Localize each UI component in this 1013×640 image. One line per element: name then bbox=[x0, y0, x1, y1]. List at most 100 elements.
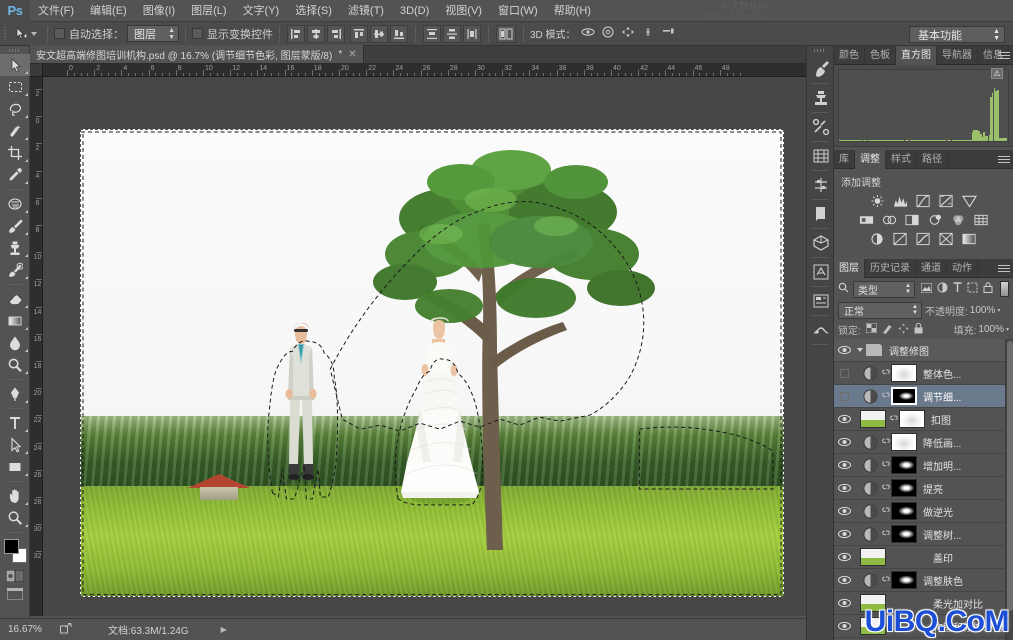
link-mask-icon[interactable] bbox=[880, 362, 891, 385]
color-swatches[interactable] bbox=[0, 537, 30, 567]
lasso-tool[interactable] bbox=[0, 98, 30, 120]
color-balance-icon[interactable] bbox=[881, 212, 898, 227]
lock-position-icon[interactable] bbox=[898, 323, 909, 337]
layer-row[interactable]: 提亮 bbox=[834, 477, 1013, 500]
marquee-tool[interactable] bbox=[0, 76, 30, 98]
layer-thumbnail[interactable] bbox=[860, 410, 886, 428]
tab-histogram_panel-3[interactable]: 导航器 bbox=[937, 46, 978, 65]
layer-mask-thumbnail[interactable] bbox=[891, 387, 917, 405]
eye-icon[interactable] bbox=[834, 546, 854, 569]
layer-row[interactable]: 做逆光 bbox=[834, 500, 1013, 523]
status-expand-arrow-icon[interactable]: ▶ bbox=[221, 625, 227, 634]
zoom-level[interactable]: 16.67% bbox=[8, 624, 52, 635]
blend-mode-dropdown[interactable]: 正常 ▲▼ bbox=[838, 302, 922, 319]
eye-icon[interactable] bbox=[834, 362, 854, 385]
layer-filter-type-dropdown[interactable]: 类型 ▲▼ bbox=[853, 281, 915, 298]
selective-color-icon[interactable] bbox=[938, 231, 955, 246]
lock-transparent-pixels-icon[interactable] bbox=[866, 323, 877, 336]
eye-icon[interactable] bbox=[834, 615, 854, 638]
tab-histogram_panel-1[interactable]: 色板 bbox=[865, 46, 896, 65]
opacity-field[interactable]: 不透明度: 100% ▾ bbox=[925, 303, 1000, 318]
history-brush-tool[interactable] bbox=[0, 259, 30, 281]
dock-button-8[interactable] bbox=[807, 287, 835, 315]
move-tool[interactable] bbox=[0, 54, 30, 76]
3d-slide-icon[interactable] bbox=[641, 26, 655, 41]
eye-icon[interactable] bbox=[834, 523, 854, 546]
distribute-center-vertical-button[interactable] bbox=[443, 25, 461, 43]
dock-button-1[interactable] bbox=[807, 84, 835, 112]
dock-button-9[interactable] bbox=[807, 316, 835, 344]
tab-adjustments_panel-0[interactable]: 库 bbox=[834, 150, 855, 169]
options-bar-grip[interactable] bbox=[0, 22, 10, 46]
lock-all-icon[interactable] bbox=[914, 323, 923, 337]
layer-mask-thumbnail[interactable] bbox=[891, 433, 917, 451]
align-right-button[interactable] bbox=[327, 25, 345, 43]
layer-list-scroll-thumb[interactable] bbox=[1007, 341, 1013, 611]
dock-button-7[interactable] bbox=[807, 258, 835, 286]
eraser-tool[interactable] bbox=[0, 288, 30, 310]
quick-selection-tool[interactable] bbox=[0, 120, 30, 142]
layer-filter-toggle[interactable] bbox=[1000, 281, 1009, 297]
align-center-vertical-button[interactable] bbox=[370, 25, 388, 43]
adjustment-thumbnail[interactable] bbox=[860, 385, 880, 408]
menu-item-7[interactable]: 3D(D) bbox=[392, 0, 437, 22]
menu-item-2[interactable]: 图像(I) bbox=[135, 0, 183, 22]
pen-tool[interactable] bbox=[0, 383, 30, 405]
brush-tool[interactable] bbox=[0, 215, 30, 237]
layer-mask-thumbnail[interactable] bbox=[891, 502, 917, 520]
channel-mixer-icon[interactable] bbox=[950, 212, 967, 227]
menu-item-9[interactable]: 窗口(W) bbox=[490, 0, 546, 22]
layer-mask-thumbnail[interactable] bbox=[891, 525, 917, 543]
link-mask-icon[interactable] bbox=[880, 569, 891, 592]
dock-grip[interactable] bbox=[807, 46, 833, 55]
crop-tool[interactable] bbox=[0, 142, 30, 164]
eye-icon[interactable] bbox=[834, 592, 854, 615]
align-left-button[interactable] bbox=[287, 25, 305, 43]
link-mask-icon[interactable] bbox=[880, 500, 891, 523]
filter-adjustment-icon[interactable] bbox=[937, 282, 948, 296]
ruler-corner[interactable] bbox=[30, 64, 43, 77]
black-white-icon[interactable] bbox=[904, 212, 921, 227]
shape-tool[interactable] bbox=[0, 456, 30, 478]
link-mask-icon[interactable] bbox=[880, 431, 891, 454]
menu-item-10[interactable]: 帮助(H) bbox=[546, 0, 599, 22]
chevron-updown-icon-opacity[interactable]: ▾ bbox=[997, 307, 1000, 314]
layer-row[interactable]: 整体色... bbox=[834, 362, 1013, 385]
clone-stamp-tool[interactable] bbox=[0, 237, 30, 259]
3d-scale-icon[interactable] bbox=[661, 26, 675, 41]
eye-icon[interactable] bbox=[834, 569, 854, 592]
panel-menu-icon-layers[interactable] bbox=[998, 263, 1010, 274]
auto-select-checkbox[interactable] bbox=[54, 28, 65, 39]
distribute-top-button[interactable] bbox=[423, 25, 441, 43]
fill-field[interactable]: 填充: 100% ▾ bbox=[954, 322, 1009, 337]
eye-icon[interactable] bbox=[834, 500, 854, 523]
screen-mode-button[interactable] bbox=[0, 585, 30, 603]
posterize-icon[interactable] bbox=[892, 231, 909, 246]
tools-panel-grip[interactable] bbox=[0, 46, 29, 54]
align-bottom-button[interactable] bbox=[390, 25, 408, 43]
lock-image-pixels-icon[interactable] bbox=[882, 323, 893, 337]
dodge-tool[interactable] bbox=[0, 354, 30, 376]
adjustment-thumbnail[interactable] bbox=[860, 500, 880, 523]
dock-button-5[interactable] bbox=[807, 200, 835, 228]
menu-item-0[interactable]: 文件(F) bbox=[30, 0, 82, 22]
filter-smart-object-icon[interactable] bbox=[983, 282, 993, 296]
dock-button-2[interactable] bbox=[807, 113, 835, 141]
layer-group-row[interactable]: 调整修图 bbox=[834, 339, 1013, 362]
layer-row[interactable]: 调节细... bbox=[834, 385, 1013, 408]
filter-type-icon[interactable] bbox=[953, 282, 962, 296]
tab-layers_panel-0[interactable]: 图层 bbox=[834, 259, 865, 278]
levels-icon[interactable] bbox=[892, 193, 909, 208]
link-mask-icon[interactable] bbox=[880, 523, 891, 546]
eye-icon[interactable] bbox=[834, 454, 854, 477]
auto-select-target-dropdown[interactable]: 图层 ▲▼ bbox=[127, 25, 179, 42]
panel-menu-icon-adjustments[interactable] bbox=[998, 154, 1010, 165]
panel-menu-icon-histogram[interactable] bbox=[998, 50, 1010, 61]
vibrance-icon[interactable] bbox=[961, 193, 978, 208]
exposure-icon[interactable] bbox=[938, 193, 955, 208]
foreground-color-swatch[interactable] bbox=[4, 539, 19, 554]
filter-pixel-icon[interactable] bbox=[921, 283, 932, 296]
tab-histogram_panel-2[interactable]: 直方图 bbox=[896, 46, 937, 65]
layer-mask-thumbnail[interactable] bbox=[891, 571, 917, 589]
layer-mask-thumbnail[interactable] bbox=[891, 456, 917, 474]
